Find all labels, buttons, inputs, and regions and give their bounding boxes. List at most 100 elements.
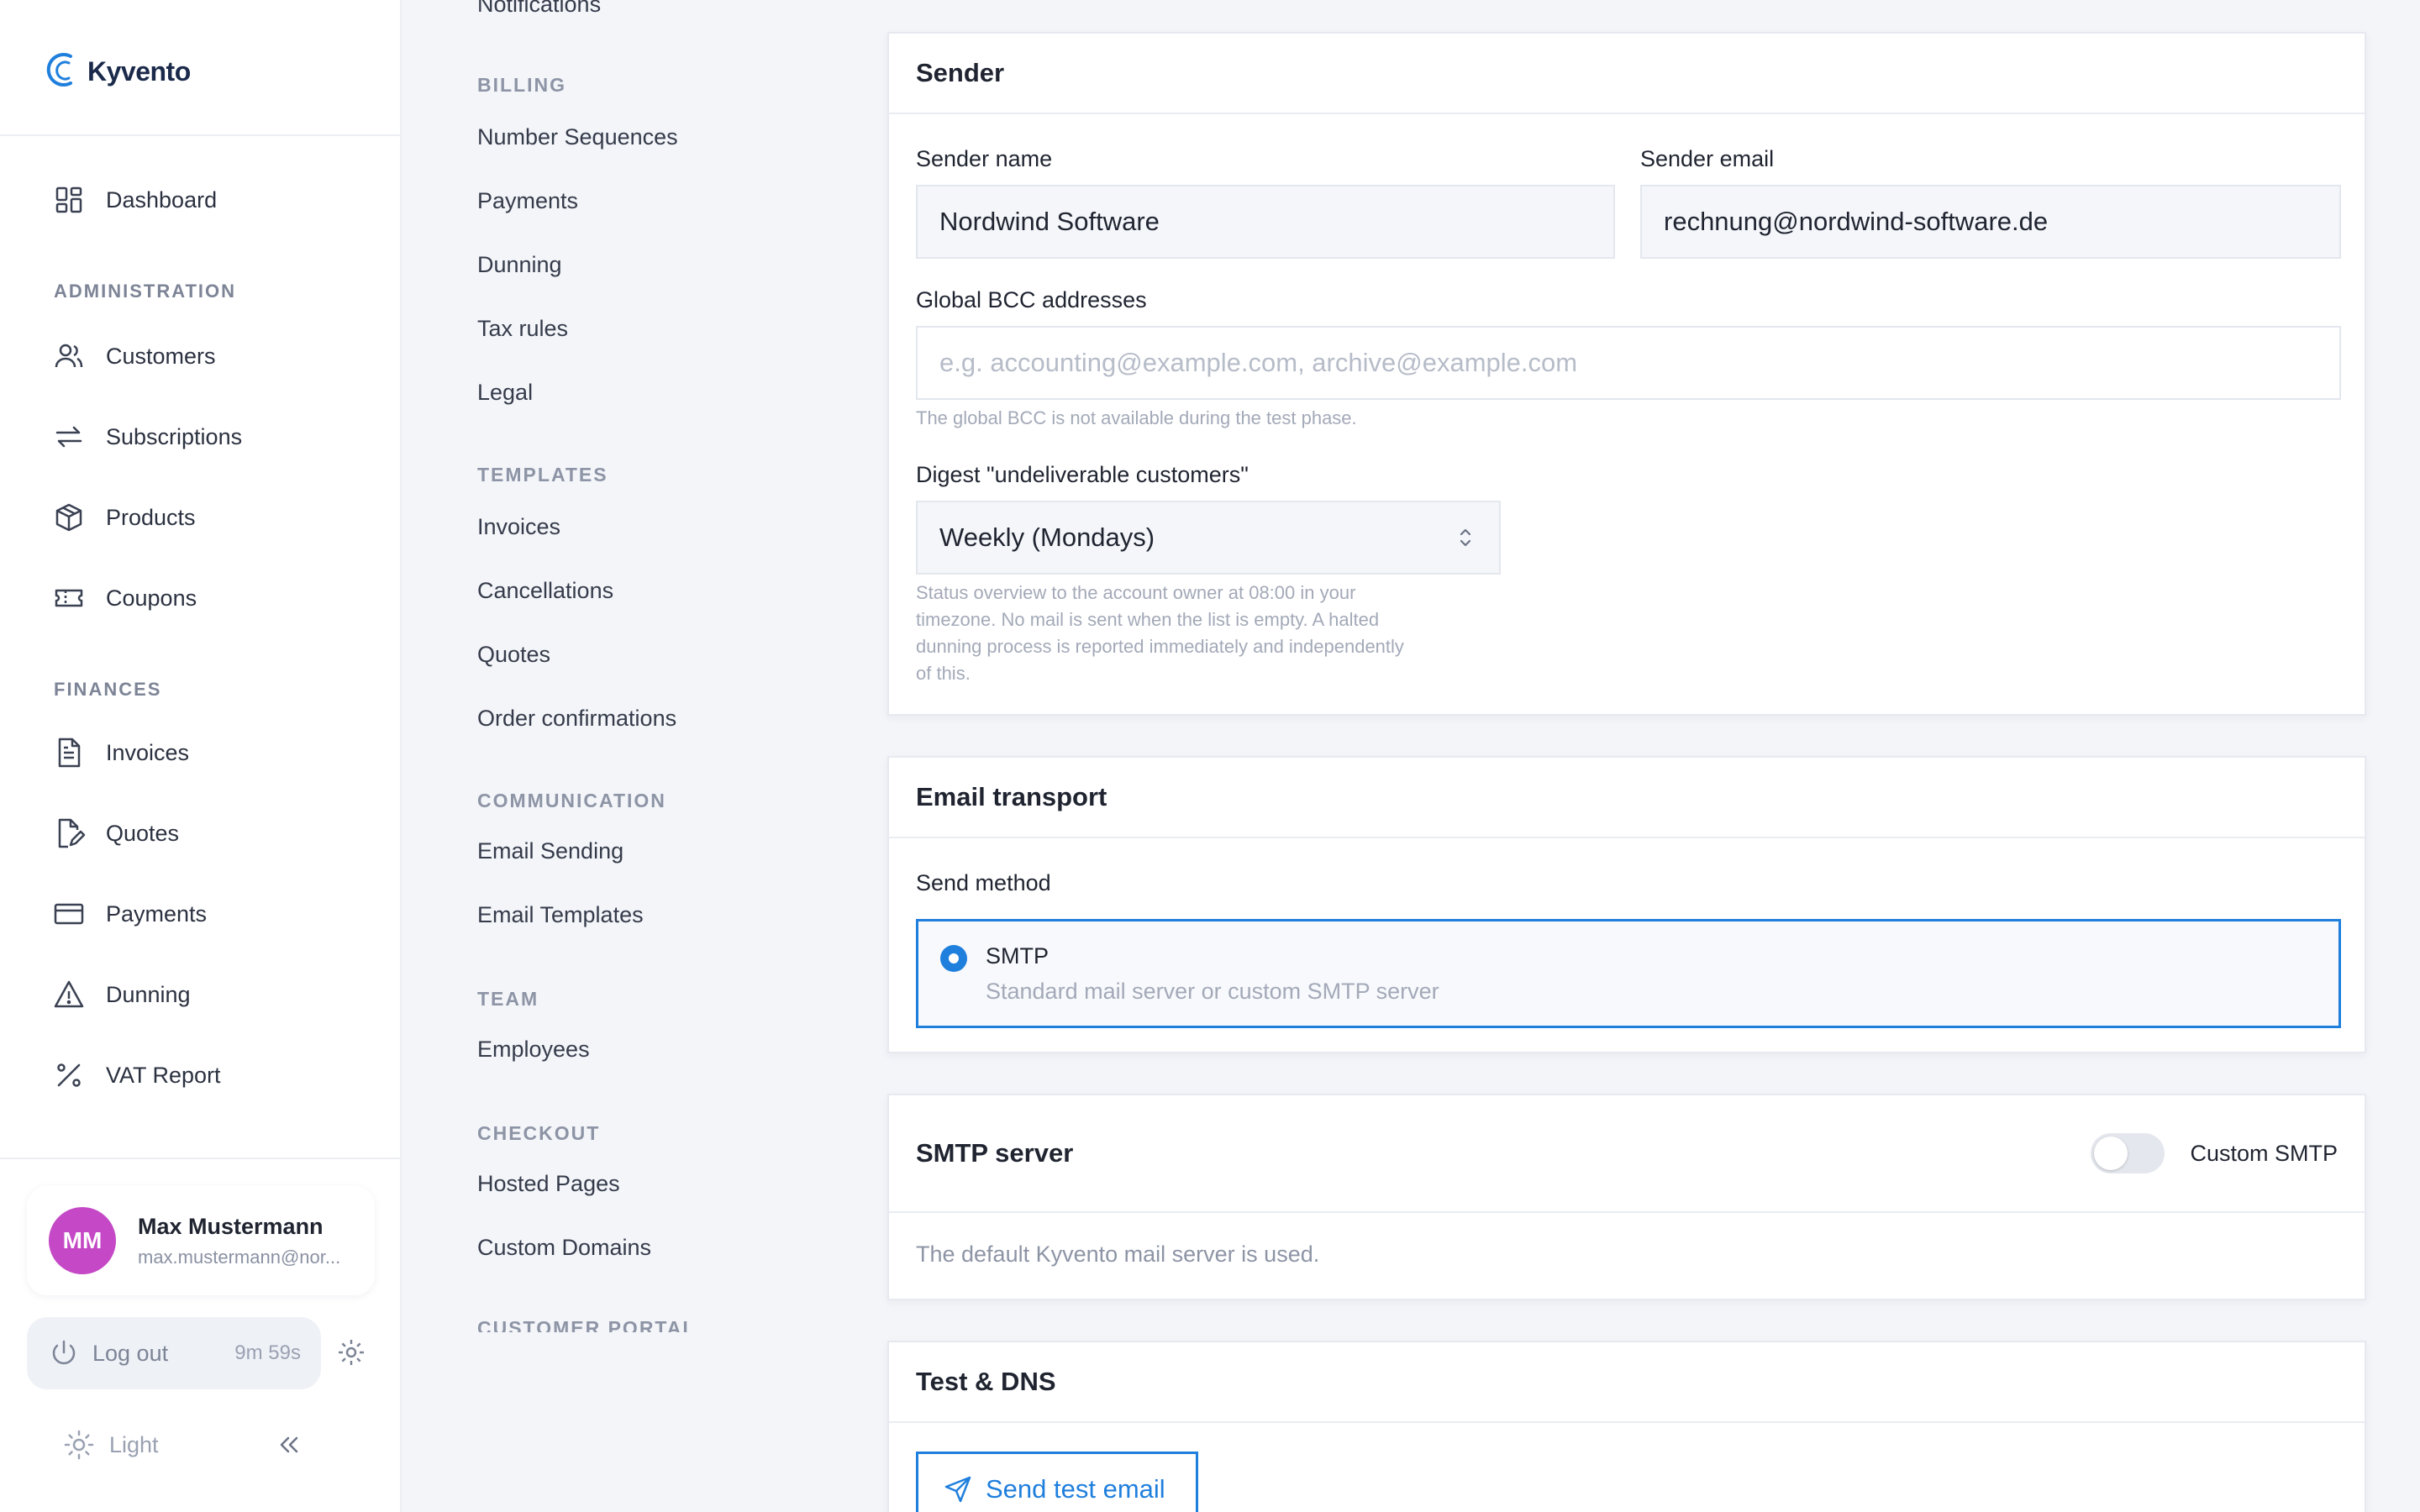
sidebar-item-customers[interactable]: Customers (52, 331, 216, 381)
logout-label: Log out (92, 1340, 169, 1366)
sidebar-heading-administration: ADMINISTRATION (54, 281, 237, 302)
settings-nav-number-sequences[interactable]: Number Sequences (477, 124, 678, 150)
settings-nav-invoices[interactable]: Invoices (477, 514, 560, 540)
settings-nav-notifications[interactable]: Notifications (477, 0, 601, 18)
settings-nav-employees[interactable]: Employees (477, 1037, 590, 1063)
users-icon (55, 344, 83, 368)
sidebar-item-dashboard[interactable]: Dashboard (52, 175, 217, 225)
sun-icon (64, 1430, 94, 1460)
collapse-sidebar-icon[interactable] (274, 1430, 304, 1460)
smtp-info: The default Kyvento mail server is used. (916, 1242, 1320, 1267)
custom-smtp-label: Custom SMTP (2190, 1140, 2338, 1166)
user-name: Max Mustermann (138, 1213, 324, 1239)
sidebar-item-coupons[interactable]: Coupons (52, 573, 197, 623)
session-timer: 9m 59s (234, 1341, 301, 1364)
radio-option-title: SMTP (986, 943, 1050, 969)
digest-select-value: Weekly (Mondays) (939, 522, 1155, 552)
send-method-option-smtp[interactable]: SMTP Standard mail server or custom SMTP… (916, 919, 2341, 1028)
sidebar-item-products[interactable]: Products (52, 492, 196, 543)
radio-option-description: Standard mail server or custom SMTP serv… (986, 979, 1439, 1004)
sidebar-item-label: Dunning (106, 981, 191, 1007)
bcc-input[interactable]: e.g. accounting@example.com, archive@exa… (916, 326, 2341, 400)
box-icon (55, 503, 82, 532)
email-transport-card: Email transport Send method SMTP Standar… (887, 756, 2366, 1053)
custom-smtp-toggle-group: Custom SMTP (2091, 1133, 2338, 1173)
digest-help-line: Status overview to the account owner at … (916, 582, 1356, 603)
send-method-label: Send method (916, 870, 1051, 895)
card-title: Sender (916, 58, 1005, 87)
settings-nav-payments[interactable]: Payments (477, 188, 578, 214)
repeat-icon (55, 426, 82, 448)
sidebar-item-label: Payments (106, 900, 208, 927)
bcc-help: The global BCC is not available during t… (916, 407, 1357, 428)
sidebar-item-subscriptions[interactable]: Subscriptions (52, 412, 242, 462)
percent-icon (57, 1063, 81, 1087)
settings-nav-order-confirmations[interactable]: Order confirmations (477, 706, 676, 732)
brand-logo[interactable]: Kyvento (45, 42, 191, 101)
card-header: Test & DNS (889, 1342, 2365, 1423)
brand-name: Kyvento (87, 55, 191, 87)
user-card[interactable]: MM Max Mustermann max.mustermann@nor... (27, 1186, 375, 1295)
send-test-email-button[interactable]: Send test email (916, 1452, 1198, 1512)
sidebar-item-payments[interactable]: Payments (52, 889, 207, 939)
send-test-email-label: Send test email (986, 1474, 1165, 1504)
settings-nav-custom-domains[interactable]: Custom Domains (477, 1235, 651, 1261)
digest-select[interactable]: Weekly (Mondays) (916, 501, 1501, 575)
settings-nav-cancellations[interactable]: Cancellations (477, 578, 613, 604)
digest-help-line: of this. (916, 663, 971, 684)
radio-selected-icon (940, 945, 967, 972)
warning-icon (54, 980, 84, 1008)
sidebar-item-label: Products (106, 504, 196, 530)
sidebar-divider (0, 134, 402, 136)
sidebar-item-invoices[interactable]: Invoices (52, 727, 189, 778)
gear-icon[interactable] (336, 1337, 366, 1368)
custom-smtp-toggle[interactable] (2091, 1133, 2165, 1173)
settings-nav-heading-billing: BILLING (477, 74, 566, 96)
document-edit-icon (58, 818, 86, 848)
sender-email-input[interactable]: rechnung@nordwind-software.de (1640, 185, 2341, 259)
send-icon (944, 1476, 971, 1503)
settings-nav-tax-rules[interactable]: Tax rules (477, 316, 568, 342)
settings-nav-dunning[interactable]: Dunning (477, 252, 562, 278)
avatar: MM (49, 1207, 116, 1274)
settings-nav-email-sending[interactable]: Email Sending (477, 838, 623, 864)
settings-nav-email-templates[interactable]: Email Templates (477, 902, 644, 928)
ticket-icon (55, 589, 83, 607)
user-info: Max Mustermann max.mustermann@nor... (138, 1214, 340, 1268)
sidebar-item-label: Customers (106, 343, 216, 369)
settings-nav-heading-templates: TEMPLATES (477, 464, 608, 486)
card-title: Test & DNS (916, 1367, 1056, 1396)
card-title: SMTP server (916, 1138, 1074, 1168)
theme-label: Light (109, 1431, 159, 1457)
sidebar-item-dunning[interactable]: Dunning (52, 969, 191, 1020)
settings-nav-heading-customer-portal: CUSTOMER PORTAL (477, 1317, 697, 1332)
sidebar-item-label: Quotes (106, 820, 180, 846)
digest-help-line: timezone. No mail is sent when the list … (916, 609, 1380, 630)
chevron-up-down-icon (1460, 528, 1471, 547)
settings-nav-legal[interactable]: Legal (477, 380, 533, 406)
sidebar-item-quotes[interactable]: Quotes (52, 808, 179, 858)
sidebar-item-label: VAT Report (106, 1062, 221, 1088)
logout-button[interactable]: Log out 9m 59s (27, 1317, 321, 1389)
theme-toggle[interactable]: Light (62, 1428, 159, 1462)
test-dns-card: Test & DNS Send test email (887, 1341, 2366, 1512)
settings-nav-heading-team: TEAM (477, 988, 539, 1010)
kyvento-logo-icon (46, 53, 72, 87)
sidebar-divider (0, 1158, 402, 1159)
sender-name-input[interactable]: Nordwind Software (916, 185, 1615, 259)
settings-nav-quotes[interactable]: Quotes (477, 642, 550, 668)
digest-label: Digest "undeliverable customers" (916, 462, 1249, 487)
credit-card-icon (54, 903, 84, 925)
sidebar-item-label: Invoices (106, 739, 190, 765)
smtp-server-card: SMTP server Custom SMTP The default Kyve… (887, 1094, 2366, 1300)
settings-nav-heading-communication: COMMUNICATION (477, 790, 666, 811)
sidebar-item-label: Dashboard (106, 186, 218, 213)
sidebar-item-label: Subscriptions (106, 423, 243, 449)
sender-email-label: Sender email (1640, 146, 1775, 171)
settings-nav-hosted-pages[interactable]: Hosted Pages (477, 1171, 620, 1197)
sender-name-label: Sender name (916, 146, 1053, 171)
settings-nav: Notifications BILLING Number Sequences P… (403, 0, 840, 1512)
sidebar-item-vat-report[interactable]: VAT Report (52, 1050, 221, 1100)
card-title: Email transport (916, 782, 1107, 811)
sender-card: Sender Sender name Nordwind Software Sen… (887, 32, 2366, 716)
